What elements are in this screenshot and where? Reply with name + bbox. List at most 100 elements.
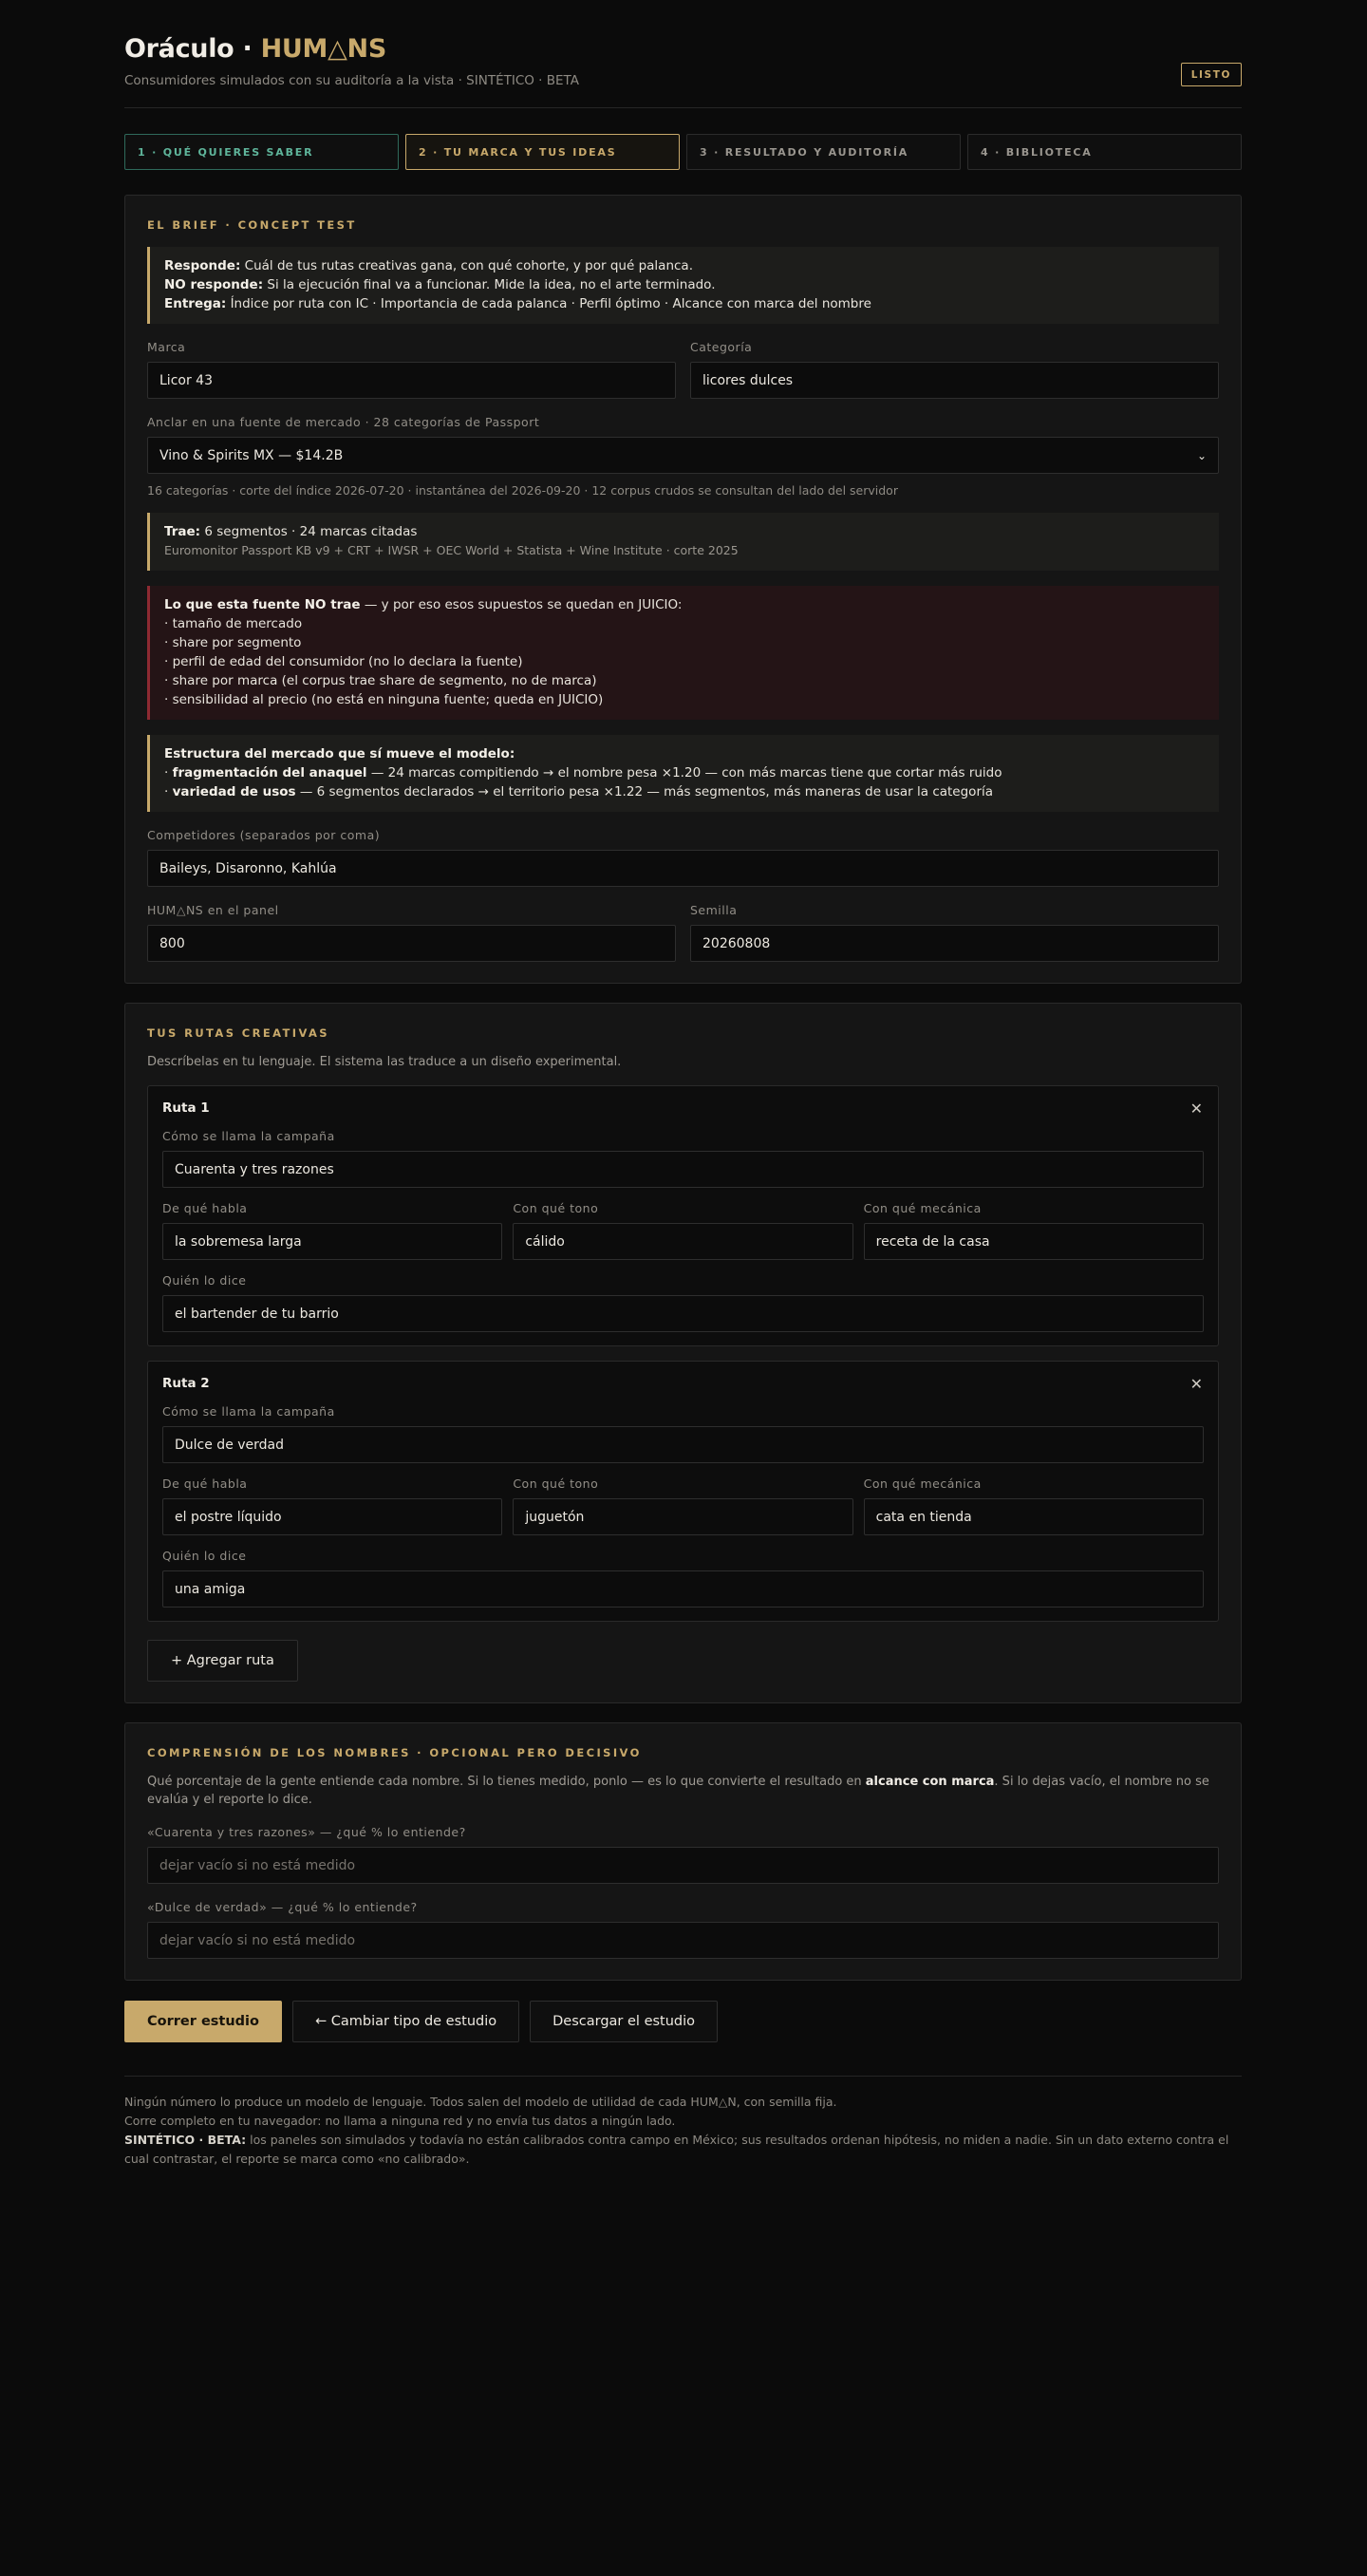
mecanica-label: Con qué mecánica	[863, 1476, 982, 1491]
comprehension-desc: Qué porcentaje de la gente entiende cada…	[147, 1773, 1219, 1809]
no-trae-rest: — y por eso esos supuestos se quedan en …	[360, 597, 683, 612]
entrega-text: Índice por ruta con IC · Importancia de …	[226, 296, 871, 311]
comprehension-title: COMPRENSIÓN DE LOS NOMBRES · OPCIONAL PE…	[147, 1746, 642, 1759]
panel-size-input[interactable]: 800	[147, 925, 676, 962]
close-icon[interactable]: ✕	[1190, 1100, 1203, 1118]
route-card: Ruta 1 ✕ Cómo se llama la campaña Cuaren…	[147, 1085, 1219, 1346]
seed-input[interactable]: 20260808	[690, 925, 1219, 962]
routes-title: TUS RUTAS CREATIVAS	[147, 1026, 329, 1040]
habla-input[interactable]: el postre líquido	[162, 1498, 503, 1535]
anchor-hint: 16 categorías · corte del índice 2026-07…	[147, 483, 898, 498]
change-study-type-button[interactable]: ← Cambiar tipo de estudio	[291, 2001, 520, 2042]
trae-label: Trae:	[164, 524, 201, 539]
responde-text: Cuál de tus rutas creativas gana, con qu…	[240, 258, 693, 273]
footer: Ningún número lo produce un modelo de le…	[124, 2076, 1242, 2169]
footer-line: SINTÉTICO · BETA: los paneles son simula…	[124, 2131, 1242, 2169]
competidores-input[interactable]: Baileys, Disaronno, Kahlúa	[147, 850, 1219, 887]
tab-resultado[interactable]: 3 · RESULTADO Y AUDITORÍA	[686, 134, 961, 170]
marca-label: Marca	[147, 340, 186, 354]
marca-input[interactable]: Licor 43	[147, 362, 676, 399]
campaign-name-label: Cómo se llama la campaña	[162, 1404, 335, 1419]
list-item: · perfil de edad del consumidor (no lo d…	[164, 654, 523, 669]
beta-text: los paneles son simulados y todavía no e…	[124, 2133, 1229, 2166]
estructura-label: Estructura del mercado que sí mueve el m…	[164, 746, 515, 762]
status-badge: LISTO	[1180, 63, 1242, 86]
brief-card: EL BRIEF · CONCEPT TEST Responde: Cuál d…	[124, 195, 1242, 984]
no-trae-callout: Lo que esta fuente NO trae — y por eso e…	[147, 586, 1219, 720]
market-source-select[interactable]: Vino & Spirits MX — $14.2B ⌄	[147, 437, 1219, 474]
trae-callout: Trae: 6 segmentos · 24 marcas citadas Eu…	[147, 513, 1219, 571]
comprehension-card: COMPRENSIÓN DE LOS NOMBRES · OPCIONAL PE…	[124, 1722, 1242, 1981]
tab-que-quieres-saber[interactable]: 1 · QUÉ QUIERES SABER	[124, 134, 399, 170]
estructura-1-label: fragmentación del anaquel	[172, 765, 367, 780]
tab-tu-marca[interactable]: 2 · TU MARCA Y TUS IDEAS	[405, 134, 680, 170]
close-icon[interactable]: ✕	[1190, 1375, 1203, 1393]
tono-input[interactable]: cálido	[513, 1223, 853, 1260]
footer-line: Ningún número lo produce un modelo de le…	[124, 2095, 837, 2109]
q1-label: «Cuarenta y tres razones» — ¿qué % lo en…	[147, 1825, 466, 1839]
campaign-name-input[interactable]: Cuarenta y tres razones	[162, 1151, 1204, 1188]
anchor-label: Anclar en una fuente de mercado · 28 cat…	[147, 415, 540, 429]
trae-text: 6 segmentos · 24 marcas citadas	[200, 524, 418, 539]
estructura-2-text: — 6 segmentos declarados → el territorio…	[295, 784, 994, 799]
habla-label: De qué habla	[162, 1476, 248, 1491]
campaign-name-label: Cómo se llama la campaña	[162, 1129, 335, 1143]
market-source-value: Vino & Spirits MX — $14.2B	[159, 447, 344, 463]
chevron-down-icon: ⌄	[1196, 448, 1207, 462]
habla-label: De qué habla	[162, 1201, 248, 1215]
mecanica-label: Con qué mecánica	[863, 1201, 982, 1215]
categoria-input[interactable]: licores dulces	[690, 362, 1219, 399]
download-study-button[interactable]: Descargar el estudio	[530, 2001, 719, 2042]
routes-card: TUS RUTAS CREATIVAS Descríbelas en tu le…	[124, 1003, 1242, 1703]
quien-input[interactable]: el bartender de tu barrio	[162, 1295, 1204, 1332]
add-route-button[interactable]: + Agregar ruta	[147, 1640, 298, 1682]
tono-input[interactable]: juguetón	[513, 1498, 853, 1535]
title-text: Oráculo ·	[124, 34, 261, 64]
brief-title: EL BRIEF · CONCEPT TEST	[147, 218, 357, 232]
app-header: Oráculo · HUM△NS Consumidores simulados …	[124, 34, 1242, 108]
brand-category-row: Marca Licor 43 Categoría licores dulces	[147, 324, 1219, 399]
tono-label: Con qué tono	[513, 1201, 599, 1215]
categoria-label: Categoría	[690, 340, 753, 354]
tab-biblioteca[interactable]: 4 · BIBLIOTECA	[967, 134, 1242, 170]
footer-line: Corre completo en tu navegador: no llama…	[124, 2114, 676, 2128]
action-bar: Correr estudio ← Cambiar tipo de estudio…	[124, 2001, 1242, 2042]
list-item: · tamaño de mercado	[164, 616, 303, 631]
mecanica-input[interactable]: receta de la casa	[863, 1223, 1204, 1260]
routes-desc: Descríbelas en tu lenguaje. El sistema l…	[147, 1055, 622, 1069]
no-responde-label: NO responde:	[164, 277, 264, 292]
semilla-label: Semilla	[690, 903, 738, 917]
beta-label: SINTÉTICO · BETA:	[124, 2133, 247, 2147]
quien-label: Quién lo dice	[162, 1549, 247, 1563]
q2-input[interactable]: dejar vacío si no está medido	[147, 1922, 1219, 1959]
tono-label: Con qué tono	[513, 1476, 599, 1491]
route-title: Ruta 2	[162, 1376, 210, 1391]
desc-emphasis: alcance con marca	[865, 1775, 995, 1789]
quien-label: Quién lo dice	[162, 1273, 247, 1288]
quien-input[interactable]: una amiga	[162, 1570, 1204, 1608]
desc-part: Qué porcentaje de la gente entiende cada…	[147, 1775, 866, 1789]
run-study-button[interactable]: Correr estudio	[124, 2001, 282, 2042]
app-title: Oráculo · HUM△NS	[124, 34, 1242, 64]
panel-label: HUM△NS en el panel	[147, 903, 279, 917]
app-subtitle: Consumidores simulados con su auditoría …	[124, 73, 579, 88]
route-title: Ruta 1	[162, 1100, 210, 1116]
responde-label: Responde:	[164, 258, 241, 273]
q2-label: «Dulce de verdad» — ¿qué % lo entiende?	[147, 1900, 418, 1914]
campaign-name-input[interactable]: Dulce de verdad	[162, 1426, 1204, 1463]
estructura-callout: Estructura del mercado que sí mueve el m…	[147, 735, 1219, 812]
habla-input[interactable]: la sobremesa larga	[162, 1223, 503, 1260]
mecanica-input[interactable]: cata en tienda	[863, 1498, 1204, 1535]
panel-seed-row: HUM△NS en el panel 800 Semilla 20260808	[147, 887, 1219, 962]
step-tabs: 1 · QUÉ QUIERES SABER 2 · TU MARCA Y TUS…	[124, 134, 1242, 170]
app: Oráculo · HUM△NS Consumidores simulados …	[124, 0, 1242, 2169]
no-trae-label: Lo que esta fuente NO trae	[164, 597, 361, 612]
brand-name: HUM△NS	[260, 34, 387, 64]
estructura-2-label: variedad de usos	[172, 784, 296, 799]
list-item: · share por segmento	[164, 635, 302, 650]
q1-input[interactable]: dejar vacío si no está medido	[147, 1847, 1219, 1884]
route-card: Ruta 2 ✕ Cómo se llama la campaña Dulce …	[147, 1361, 1219, 1622]
brief-summary: Responde: Cuál de tus rutas creativas ga…	[147, 247, 1219, 324]
entrega-label: Entrega:	[164, 296, 227, 311]
competidores-label: Competidores (separados por coma)	[147, 828, 381, 842]
